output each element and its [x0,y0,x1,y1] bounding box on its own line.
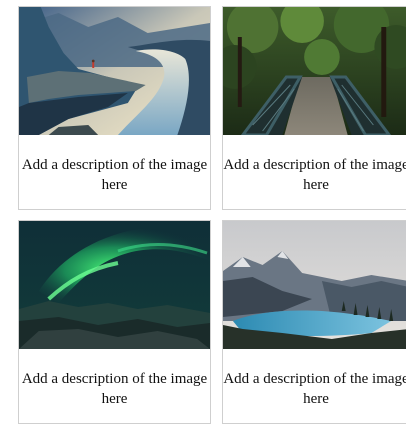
aurora-borealis-photo [19,221,210,349]
mountain-lake-photo [223,221,406,349]
image-card: Add a description of the image here [222,220,406,424]
image-card: Add a description of the image here [222,6,406,210]
fjord-cliff-landscape-photo [19,7,210,135]
image-card-grid: Add a description of the image here Add … [0,0,406,424]
image-card: Add a description of the image here [18,220,211,424]
image-description: Add a description of the image here [223,371,406,407]
image-description: Add a description of the image here [223,157,406,193]
image-description: Add a description of the image here [21,157,208,193]
image-description: Add a description of the image here [21,371,208,407]
image-card: Add a description of the image here [18,6,211,210]
forest-bridge-photo [223,7,406,135]
